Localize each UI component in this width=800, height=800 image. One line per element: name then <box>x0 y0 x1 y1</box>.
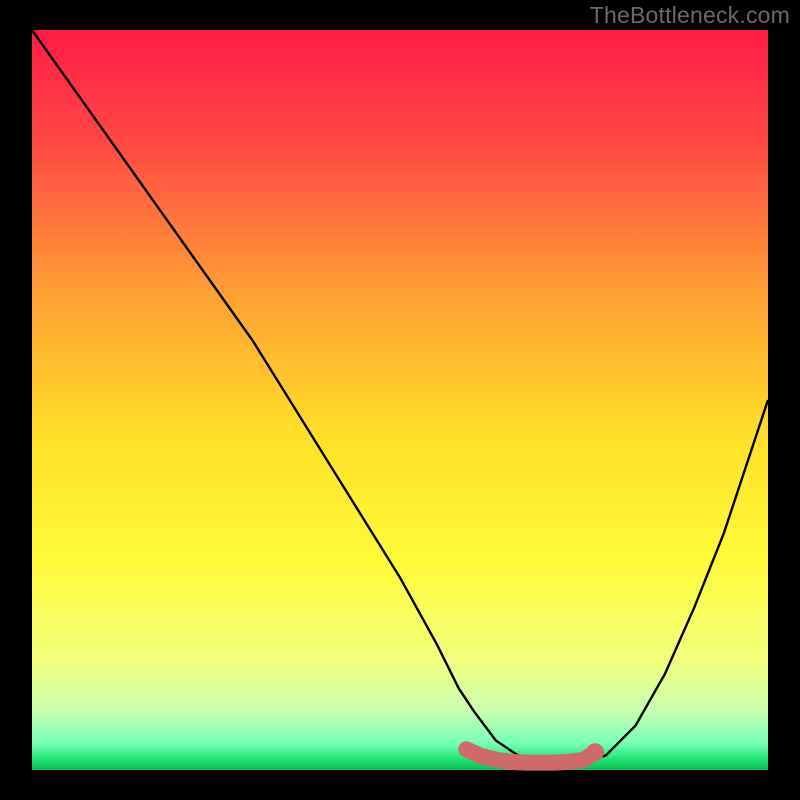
watermark-text: TheBottleneck.com <box>590 2 790 29</box>
chart-canvas: TheBottleneck.com <box>0 0 800 800</box>
gradient-background <box>32 30 768 770</box>
chart-svg <box>0 0 800 800</box>
optimal-range-endpoint <box>586 743 604 761</box>
